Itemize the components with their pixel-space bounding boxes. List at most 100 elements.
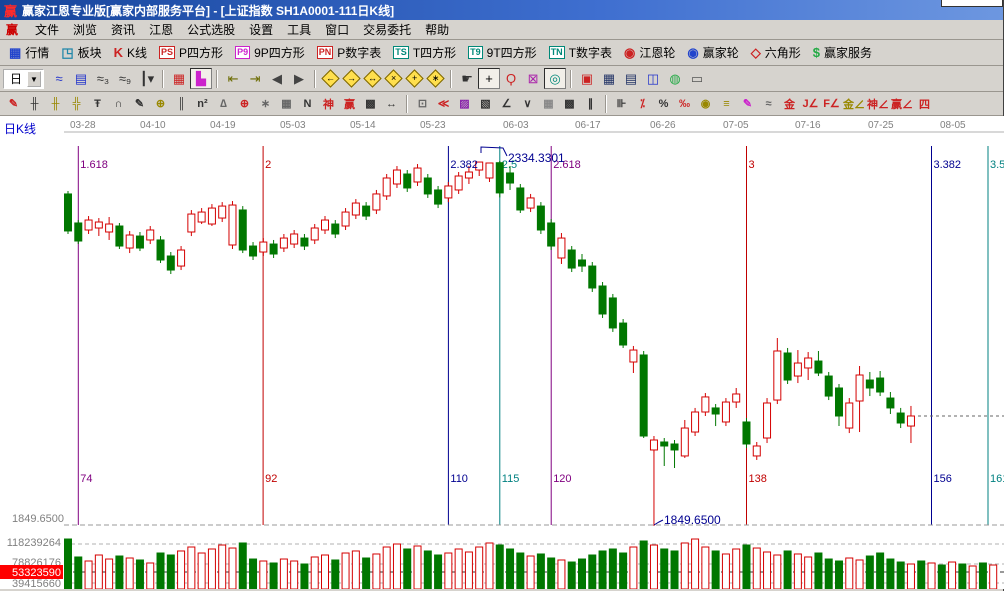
brain-tool-icon[interactable]: ◎ — [544, 68, 566, 89]
print-icon[interactable]: ▭ — [686, 68, 708, 89]
diamond-hspread-button[interactable]: ↔ — [362, 68, 383, 89]
ma3-icon[interactable]: ≈₃ — [92, 68, 114, 89]
draw-win-angle-icon[interactable]: 赢∠ — [890, 94, 914, 114]
trend-sketch-icon[interactable]: ≈ — [48, 68, 70, 89]
draw-n-icon[interactable]: N — [297, 94, 318, 114]
draw-grid-icon[interactable]: ▦ — [276, 94, 297, 114]
sectors-button[interactable]: ◳板块 — [55, 42, 107, 64]
info-note-icon[interactable]: ▤ — [70, 68, 92, 89]
winner-service-button[interactable]: $赢家服务 — [807, 42, 878, 64]
draw-target-icon[interactable]: ⊕ — [234, 94, 255, 114]
draw-gold-line-icon[interactable]: ≡ — [716, 94, 737, 114]
draw-pct-icon[interactable]: % — [653, 94, 674, 114]
draw-shen-icon[interactable]: 神 — [318, 94, 339, 114]
draw-box-icon[interactable]: ⊡ — [412, 94, 433, 114]
draw-grid3-icon[interactable]: ▦ — [538, 94, 559, 114]
menu-item-2[interactable]: 资讯 — [104, 22, 142, 38]
9t-square-button[interactable]: T99T四方形 — [462, 42, 543, 64]
draw-gold-circle-icon[interactable]: ◉ — [695, 94, 716, 114]
draw-gold-grid2-icon[interactable]: ╬ — [66, 94, 87, 114]
menu-item-7[interactable]: 窗口 — [318, 22, 356, 38]
color-chart-icon[interactable]: ▙ — [190, 68, 212, 89]
diamond-x-button[interactable]: × — [383, 68, 404, 89]
draw-vee-icon[interactable]: ∨ — [517, 94, 538, 114]
menu-item-1[interactable]: 浏览 — [66, 22, 104, 38]
first-page-icon[interactable]: ⇤ — [222, 68, 244, 89]
period-select[interactable]: 日▼ — [3, 69, 44, 89]
menu-item-4[interactable]: 公式选股 — [180, 22, 242, 38]
9p-square-button[interactable]: P99P四方形 — [229, 42, 311, 64]
draw-pen-icon[interactable]: ✎ — [3, 94, 24, 114]
draw-four-icon[interactable]: 四 — [914, 94, 935, 114]
draw-parallel-icon[interactable]: ∥ — [580, 94, 601, 114]
chart-area[interactable]: 日K线 03-2804-1004-1905-0305-1405-2306-030… — [0, 116, 1004, 589]
gann-wheel-button[interactable]: ◉江恩轮 — [618, 42, 681, 64]
draw-gold-angle-icon[interactable]: 金∠ — [842, 94, 866, 114]
candle-style-icon[interactable]: ┃▾ — [136, 68, 158, 89]
draw-gold-red-icon[interactable]: 金 — [779, 94, 800, 114]
draw-fan-box-icon[interactable]: ▨ — [454, 94, 475, 114]
draw-grid2-icon[interactable]: ▩ — [360, 94, 381, 114]
draw-f-grid-icon[interactable]: Ŧ — [87, 94, 108, 114]
prev-page-icon[interactable]: ◀ — [266, 68, 288, 89]
menu-item-9[interactable]: 帮助 — [418, 22, 456, 38]
p-table-button[interactable]: PNP数字表 — [311, 42, 388, 64]
draw-ruler-icon[interactable]: ⊪ — [611, 94, 632, 114]
hexagon-button[interactable]: ◇六角形 — [745, 42, 807, 64]
draw-lines-icon[interactable]: ║ — [171, 94, 192, 114]
hand-tool-icon[interactable]: ☛ — [456, 68, 478, 89]
net-tool-icon[interactable]: ⊠ — [522, 68, 544, 89]
draw-star-icon[interactable]: ∗ — [255, 94, 276, 114]
draw-fan-icon[interactable]: ≪ — [433, 94, 454, 114]
draw-pen2-icon[interactable]: ✎ — [129, 94, 150, 114]
draw-pct-red-icon[interactable]: ⁒ — [632, 94, 653, 114]
menu-item-5[interactable]: 设置 — [242, 22, 280, 38]
quotes-button[interactable]: ▦行情 — [3, 42, 55, 64]
diamond-right-button[interactable]: → — [341, 68, 362, 89]
menu-item-3[interactable]: 江恩 — [142, 22, 180, 38]
price-pane-min-label: 1849.6500 — [12, 513, 64, 525]
p-square-button[interactable]: PSP四方形 — [153, 42, 229, 64]
draw-box-lines-icon[interactable]: ▧ — [475, 94, 496, 114]
draw-f-angle-icon[interactable]: F∠ — [821, 94, 842, 114]
draw-pct-line-icon[interactable]: ‰ — [674, 94, 695, 114]
calendar-icon[interactable]: ▣ — [576, 68, 598, 89]
draw-angle-icon[interactable]: ∠ — [496, 94, 517, 114]
draw-win-icon[interactable]: 赢 — [339, 94, 360, 114]
draw-width-icon[interactable]: ↔ — [381, 94, 402, 114]
draw-j-angle-icon[interactable]: J∠ — [800, 94, 821, 114]
last-page-icon[interactable]: ⇥ — [244, 68, 266, 89]
draw-wave-icon[interactable]: ≈ — [758, 94, 779, 114]
menu-item-0[interactable]: 文件 — [28, 22, 66, 38]
menu-item-6[interactable]: 工具 — [280, 22, 318, 38]
crosshair-tool-icon[interactable]: + — [478, 68, 500, 89]
web-icon[interactable]: ◍ — [664, 68, 686, 89]
draw-angle-ruler-icon[interactable]: ∆ — [213, 94, 234, 114]
diamond-left-button[interactable]: ← — [320, 68, 341, 89]
gann-grid-icon[interactable]: ▦ — [168, 68, 190, 89]
t-table-button[interactable]: TNT数字表 — [543, 42, 618, 64]
draw-gann-grid-icon[interactable]: ╫ — [24, 94, 45, 114]
kline-button[interactable]: KK线 — [108, 42, 153, 64]
draw-n2-icon[interactable]: n² — [192, 94, 213, 114]
draw-gold-grid-icon[interactable]: ╫ — [45, 94, 66, 114]
save-icon[interactable]: ◫ — [642, 68, 664, 89]
menu-item-8[interactable]: 交易委托 — [356, 22, 418, 38]
draw-circle-lines-icon[interactable]: ⊕ — [150, 94, 171, 114]
calculator-icon[interactable]: ▦ — [598, 68, 620, 89]
t-square-button[interactable]: TST四方形 — [387, 42, 462, 64]
draw-note-pen-icon[interactable]: ✎ — [737, 94, 758, 114]
draw-grid4-icon[interactable]: ▩ — [559, 94, 580, 114]
zoom-tool-icon[interactable]: Ϙ — [500, 68, 522, 89]
next-page-icon[interactable]: ▶ — [288, 68, 310, 89]
ma9-icon[interactable]: ≈₉ — [114, 68, 136, 89]
candle-body — [856, 375, 863, 401]
draw-arc-icon[interactable]: ∩ — [108, 94, 129, 114]
notebook-icon[interactable]: ▤ — [620, 68, 642, 89]
chevron-down-icon[interactable]: ▼ — [27, 71, 41, 87]
kline-chart[interactable]: 03-2804-1004-1905-0305-1405-2306-0306-17… — [0, 116, 1004, 589]
diamond-plus-button[interactable]: + — [404, 68, 425, 89]
winner-wheel-button[interactable]: ◉赢家轮 — [681, 42, 744, 64]
diamond-star-button[interactable]: ∗ — [425, 68, 446, 89]
draw-shen-angle-icon[interactable]: 神∠ — [866, 94, 890, 114]
